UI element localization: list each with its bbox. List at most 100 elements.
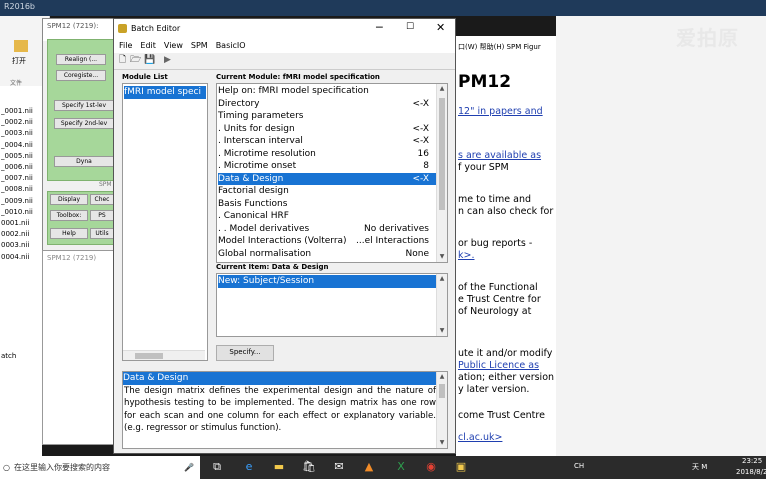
ime-indicator[interactable]: CH — [574, 462, 584, 470]
spm-doc-menu[interactable]: 口(W) 帮助(H) SPM Figur — [458, 42, 541, 52]
item-value: <-X — [412, 98, 429, 109]
module-item-row[interactable]: . Canonical HRF — [218, 210, 437, 223]
current-item-label: Current Item: Data & Design — [216, 263, 329, 271]
scroll-thumb[interactable] — [439, 98, 445, 210]
open-folder-icon[interactable]: 🗁 — [130, 55, 141, 66]
doc-text: me to time and — [458, 194, 532, 205]
module-item-row[interactable]: . Units for design <-X — [218, 123, 437, 136]
ribbon-open-label[interactable]: 打开 — [12, 56, 26, 66]
task-view-icon[interactable]: ⧉ — [210, 460, 224, 474]
scroll-up-icon[interactable]: ▲ — [437, 274, 447, 284]
module-items-list[interactable]: Help on: fMRI model specification Directo… — [216, 83, 448, 263]
menu-spm[interactable]: SPM — [191, 41, 208, 50]
help-scrollbar[interactable]: ▲ ▼ — [436, 372, 447, 448]
display-button[interactable]: Display — [50, 194, 88, 205]
file-item[interactable]: _0008.nii — [1, 184, 41, 195]
matlab-taskbar-icon[interactable]: ▲ — [362, 460, 376, 474]
scroll-up-icon[interactable]: ▲ — [437, 372, 447, 382]
module-hscroll-thumb[interactable] — [135, 353, 163, 359]
current-item-values[interactable]: New: Subject/Session ▲ ▼ — [216, 273, 448, 337]
scroll-up-icon[interactable]: ▲ — [437, 84, 447, 94]
file-item[interactable]: _0007.nii — [1, 173, 41, 184]
module-item-row[interactable]: Global normalisation None — [218, 248, 437, 261]
run-icon[interactable]: ▶ — [162, 55, 173, 66]
module-items-scrollbar[interactable]: ▲ ▼ — [436, 84, 447, 262]
menu-file[interactable]: File — [119, 41, 132, 50]
doc-link[interactable]: 12" in papers and — [458, 106, 543, 117]
current-item-scrollbar[interactable]: ▲ ▼ — [436, 274, 447, 336]
current-item-value[interactable]: New: Subject/Session — [218, 275, 437, 288]
menu-edit[interactable]: Edit — [140, 41, 156, 50]
module-item-row[interactable]: Basis Functions — [218, 198, 437, 211]
file-item[interactable]: 0001.nii — [1, 218, 41, 229]
help-button[interactable]: Help — [50, 228, 88, 239]
module-item-row[interactable]: . Microtime resolution 16 — [218, 148, 437, 161]
module-item-row[interactable]: Data & Design <-X — [218, 172, 437, 185]
scroll-down-icon[interactable]: ▼ — [437, 438, 447, 448]
close-icon[interactable]: ✕ — [436, 21, 445, 34]
module-item-row[interactable]: . Interscan interval <-X — [218, 135, 437, 148]
file-item[interactable]: 0004.nii — [1, 252, 41, 263]
mail-icon[interactable]: ✉ — [332, 460, 346, 474]
menu-view[interactable]: View — [164, 41, 183, 50]
module-item-row[interactable]: Help on: fMRI model specification — [218, 85, 437, 98]
file-item[interactable]: _0010.nii — [1, 207, 41, 218]
module-item-row[interactable]: Factorial design — [218, 185, 437, 198]
file-item[interactable]: _0003.nii — [1, 128, 41, 139]
clock-date[interactable]: 2018/8/2 — [736, 468, 766, 476]
taskbar-search[interactable]: ○ 在这里输入你要搜索的内容 🎤 — [0, 456, 200, 479]
doc-link[interactable]: s are available as — [458, 150, 541, 161]
item-label: Data & Design — [218, 173, 284, 184]
file-item[interactable]: _0004.nii — [1, 140, 41, 151]
module-item[interactable]: fMRI model speci — [124, 86, 206, 99]
file-item[interactable]: _0002.nii — [1, 117, 41, 128]
doc-text: of Neurology at — [458, 306, 532, 317]
module-item-row[interactable]: . . Model derivatives No derivatives — [218, 223, 437, 236]
microphone-icon[interactable]: 🎤 — [184, 456, 194, 479]
save-icon[interactable]: 💾 — [144, 55, 155, 66]
module-item-row[interactable]: Model Interactions (Volterra) ...el Inter… — [218, 235, 437, 248]
utils-button[interactable]: Utils — [90, 228, 114, 239]
module-item-row[interactable]: Timing parameters — [218, 110, 437, 123]
file-item[interactable]: _0005.nii — [1, 151, 41, 162]
file-item[interactable]: 0002.nii — [1, 229, 41, 240]
scroll-thumb[interactable] — [439, 384, 445, 398]
specify-2nd-level-button[interactable]: Specify 2nd-lev — [54, 118, 114, 129]
ps-button[interactable]: PS — [90, 210, 114, 221]
edge-icon[interactable]: e — [242, 460, 256, 474]
scroll-down-icon[interactable]: ▼ — [437, 326, 447, 336]
check-button[interactable]: Chec — [90, 194, 114, 205]
specify-1st-level-button[interactable]: Specify 1st-lev — [54, 100, 114, 111]
app-icon[interactable]: ▣ — [454, 460, 468, 474]
scroll-down-icon[interactable]: ▼ — [437, 252, 447, 262]
store-icon[interactable]: 🛍 — [302, 460, 316, 474]
minimize-icon[interactable]: ─ — [376, 21, 383, 34]
doc-link[interactable]: k>. — [458, 250, 474, 261]
new-file-icon[interactable]: 🗋 — [117, 55, 128, 66]
doc-text: come Trust Centre — [458, 410, 545, 421]
file-item[interactable]: 0003.nii — [1, 240, 41, 251]
module-list[interactable]: fMRI model speci — [122, 83, 208, 361]
folder-icon[interactable] — [14, 40, 28, 52]
file-item[interactable]: _0006.nii — [1, 162, 41, 173]
file-item[interactable]: _0001.nii — [1, 106, 41, 117]
doc-link[interactable]: Public Licence as — [458, 360, 539, 371]
maximize-icon[interactable]: ☐ — [406, 22, 414, 32]
module-item-row[interactable]: . Microtime onset 8 — [218, 160, 437, 173]
chrome-icon[interactable]: ◉ — [424, 460, 438, 474]
clock-time[interactable]: 23:25 — [742, 457, 762, 465]
menu-basicio[interactable]: BasicIO — [216, 41, 246, 50]
doc-link[interactable]: cl.ac.uk> — [458, 432, 502, 443]
spm-label: SPM — [99, 181, 112, 188]
file-explorer-icon[interactable]: ▬ — [272, 460, 286, 474]
coregister-select[interactable]: Coregiste... — [56, 70, 106, 81]
tray-indicator[interactable]: 天 M — [692, 462, 707, 472]
realign-select[interactable]: Realign (... — [56, 54, 106, 65]
file-item[interactable]: _0009.nii — [1, 196, 41, 207]
dynamic-button[interactable]: Dyna — [54, 156, 114, 167]
module-item-row[interactable]: Directory <-X — [218, 98, 437, 111]
specify-button[interactable]: Specify... — [216, 345, 274, 361]
excel-icon[interactable]: X — [394, 460, 408, 474]
module-hscroll[interactable] — [123, 350, 205, 360]
toolbox-select[interactable]: Toolbox: — [50, 210, 88, 221]
